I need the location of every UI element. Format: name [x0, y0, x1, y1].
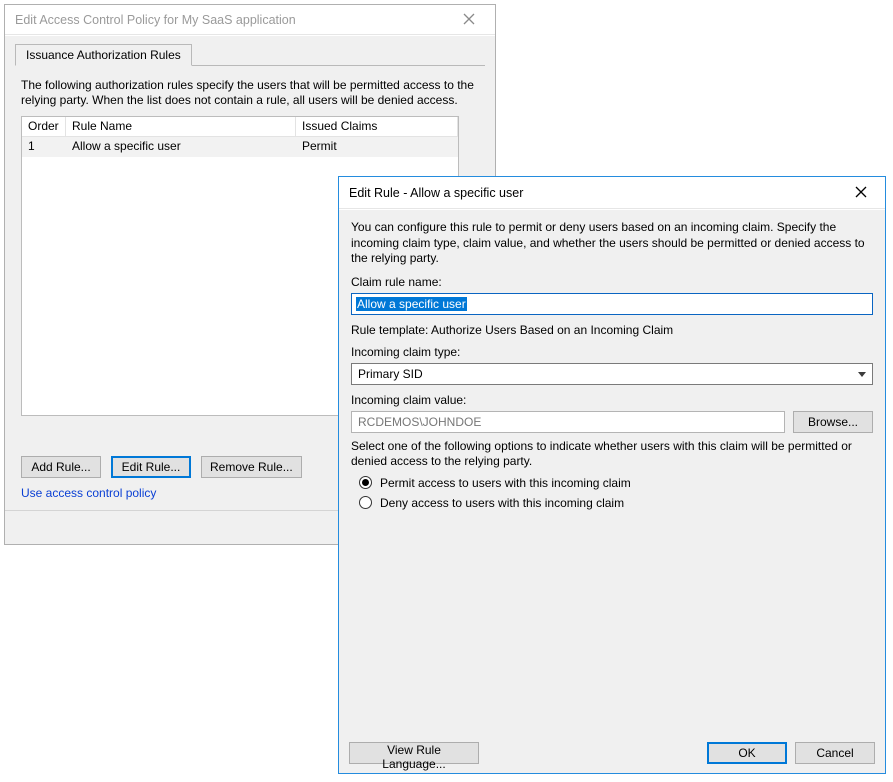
edit-rule-button[interactable]: Edit Rule...: [111, 456, 191, 478]
claim-rule-name-label: Claim rule name:: [351, 275, 873, 289]
dialog-titlebar: Edit Rule - Allow a specific user: [339, 177, 885, 209]
column-issued-claims[interactable]: Issued Claims: [296, 117, 458, 136]
description-text: The following authorization rules specif…: [21, 78, 479, 108]
tab-strip: Issuance Authorization Rules: [15, 44, 485, 66]
dialog-title: Edit Rule - Allow a specific user: [349, 186, 839, 200]
radio-icon: [359, 496, 372, 509]
cancel-button[interactable]: Cancel: [795, 742, 875, 764]
grid-header: Order Rule Name Issued Claims: [22, 117, 458, 137]
rule-template-text: Rule template: Authorize Users Based on …: [351, 323, 873, 337]
add-rule-button[interactable]: Add Rule...: [21, 456, 101, 478]
incoming-claim-value-input[interactable]: [351, 411, 785, 433]
view-rule-language-button[interactable]: View Rule Language...: [349, 742, 479, 764]
dialog-title: Edit Access Control Policy for My SaaS a…: [15, 13, 447, 27]
incoming-claim-type-label: Incoming claim type:: [351, 345, 873, 359]
incoming-claim-type-select[interactable]: Primary SID: [351, 363, 873, 385]
cell-issued-claims: Permit: [296, 137, 458, 157]
dialog-titlebar: Edit Access Control Policy for My SaaS a…: [5, 5, 495, 35]
close-icon: [463, 12, 475, 28]
close-icon: [855, 185, 867, 201]
incoming-claim-value-label: Incoming claim value:: [351, 393, 873, 407]
close-button[interactable]: [839, 179, 883, 207]
dialog-body: You can configure this rule to permit or…: [339, 210, 885, 733]
browse-button[interactable]: Browse...: [793, 411, 873, 433]
cell-rule-name: Allow a specific user: [66, 137, 296, 157]
deny-radio-row[interactable]: Deny access to users with this incoming …: [359, 496, 873, 510]
table-row[interactable]: 1 Allow a specific user Permit: [22, 137, 458, 157]
claim-rule-name-value: Allow a specific user: [356, 297, 467, 311]
close-button[interactable]: [447, 6, 491, 34]
column-rule-name[interactable]: Rule Name: [66, 117, 296, 136]
radio-icon: [359, 476, 372, 489]
option-intro-text: Select one of the following options to i…: [351, 439, 873, 470]
use-access-control-policy-link[interactable]: Use access control policy: [21, 486, 156, 500]
permit-radio-label: Permit access to users with this incomin…: [380, 476, 631, 490]
permit-radio-row[interactable]: Permit access to users with this incomin…: [359, 476, 873, 490]
dialog-footer: View Rule Language... OK Cancel: [339, 733, 885, 773]
cell-order: 1: [22, 137, 66, 157]
remove-rule-button[interactable]: Remove Rule...: [201, 456, 302, 478]
deny-radio-label: Deny access to users with this incoming …: [380, 496, 624, 510]
ok-button[interactable]: OK: [707, 742, 787, 764]
tab-issuance-authorization-rules[interactable]: Issuance Authorization Rules: [15, 44, 192, 66]
claim-rule-name-input[interactable]: Allow a specific user: [351, 293, 873, 315]
incoming-claim-type-value: Primary SID: [358, 367, 423, 381]
column-order[interactable]: Order: [22, 117, 66, 136]
edit-rule-dialog: Edit Rule - Allow a specific user You ca…: [338, 176, 886, 774]
rule-button-row: Add Rule... Edit Rule... Remove Rule...: [21, 456, 302, 478]
intro-text: You can configure this rule to permit or…: [351, 220, 873, 267]
